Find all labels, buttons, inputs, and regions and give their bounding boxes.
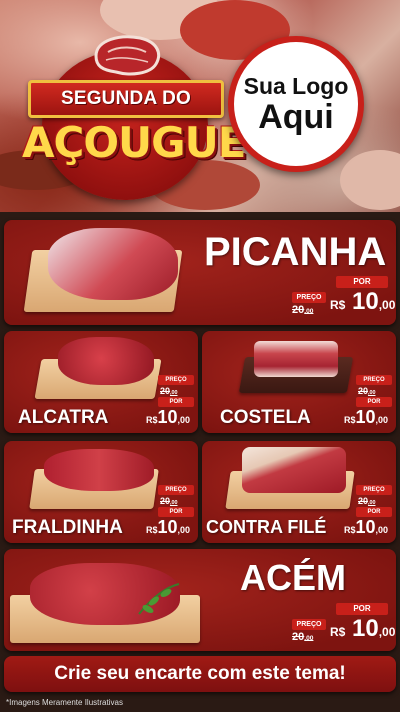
logo-placeholder[interactable]: Sua Logo Aqui — [228, 36, 364, 172]
picanha-image — [48, 228, 178, 300]
logo-text-line2: Aqui — [258, 98, 334, 136]
price-box: PREÇO 20,00 POR R$10,00 — [144, 485, 196, 541]
product-name: ACÉM — [240, 557, 346, 598]
product-card-fraldinha[interactable]: FRALDINHA PREÇO 20,00 POR R$10,00 — [4, 441, 198, 543]
price-box: POR PREÇO 20,00 R$ 10,00 — [290, 276, 396, 320]
header-banner: SEGUNDA DO AÇOUGUE Sua Logo Aqui — [0, 0, 400, 212]
disclaimer: *Imagens Meramente Ilustrativas — [6, 698, 123, 707]
costela-image — [254, 341, 338, 377]
new-price: R$ 10,00 — [330, 288, 396, 315]
new-price: R$ 10,00 — [330, 615, 396, 642]
new-price: R$10,00 — [344, 517, 389, 537]
por-label: POR — [158, 397, 194, 407]
preco-label: PREÇO — [356, 375, 392, 385]
contra-file-image — [242, 447, 346, 493]
cta-text: Crie seu encarte com este tema! — [54, 663, 346, 684]
promo-badge: SEGUNDA DO AÇOUGUE — [22, 32, 246, 200]
product-card-alcatra[interactable]: ALCATRA PREÇO 20,00 POR R$10,00 — [4, 331, 198, 433]
fraldinha-image — [44, 449, 154, 491]
por-label: POR — [158, 507, 194, 517]
por-label: POR — [356, 397, 392, 407]
cta-banner[interactable]: Crie seu encarte com este tema! — [4, 656, 396, 692]
new-price: R$10,00 — [146, 407, 191, 427]
old-price: 20,00 — [358, 496, 376, 506]
product-card-picanha[interactable]: PICANHA POR PREÇO 20,00 R$ 10,00 — [4, 220, 396, 325]
product-card-contra-file[interactable]: CONTRA FILÉ PREÇO 20,00 POR R$10,00 — [202, 441, 396, 543]
product-name: CONTRA FILÉ — [206, 517, 327, 537]
chicken-image — [340, 150, 400, 210]
preco-label: PREÇO — [158, 485, 194, 495]
por-label: POR — [336, 276, 388, 288]
product-name: COSTELA — [220, 407, 311, 428]
new-price: R$10,00 — [344, 407, 389, 427]
price-box: POR PREÇO 20,00 R$ 10,00 — [290, 603, 396, 647]
por-label: POR — [356, 507, 392, 517]
old-price: 20,00 — [292, 631, 314, 643]
badge-title: SEGUNDA DO — [60, 88, 192, 109]
product-name: PICANHA — [204, 230, 387, 274]
old-price: 20,00 — [160, 386, 178, 396]
logo-text-line1: Sua Logo — [243, 73, 349, 99]
badge-ribbon: SEGUNDA DO — [28, 80, 224, 118]
price-box: PREÇO 20,00 POR R$10,00 — [144, 375, 196, 431]
new-price: R$10,00 — [146, 517, 191, 537]
alcatra-image — [58, 337, 154, 385]
badge-subtitle: AÇOUGUE — [22, 118, 246, 167]
old-price: 20,00 — [292, 304, 314, 316]
price-box: PREÇO 20,00 POR R$10,00 — [342, 375, 394, 431]
steak-icon — [94, 35, 161, 76]
por-label: POR — [336, 603, 388, 615]
product-card-acem[interactable]: ACÉM POR PREÇO 20,00 R$ 10,00 — [4, 549, 396, 651]
preco-label: PREÇO — [158, 375, 194, 385]
price-box: PREÇO 20,00 POR R$10,00 — [342, 485, 394, 541]
product-name: FRALDINHA — [12, 517, 123, 538]
herb-icon — [138, 583, 180, 615]
preco-label: PREÇO — [292, 292, 326, 303]
old-price: 20,00 — [358, 386, 376, 396]
preco-label: PREÇO — [356, 485, 392, 495]
preco-label: PREÇO — [292, 619, 326, 630]
product-name: ALCATRA — [18, 407, 109, 428]
product-card-costela[interactable]: COSTELA PREÇO 20,00 POR R$10,00 — [202, 331, 396, 433]
old-price: 20,00 — [160, 496, 178, 506]
